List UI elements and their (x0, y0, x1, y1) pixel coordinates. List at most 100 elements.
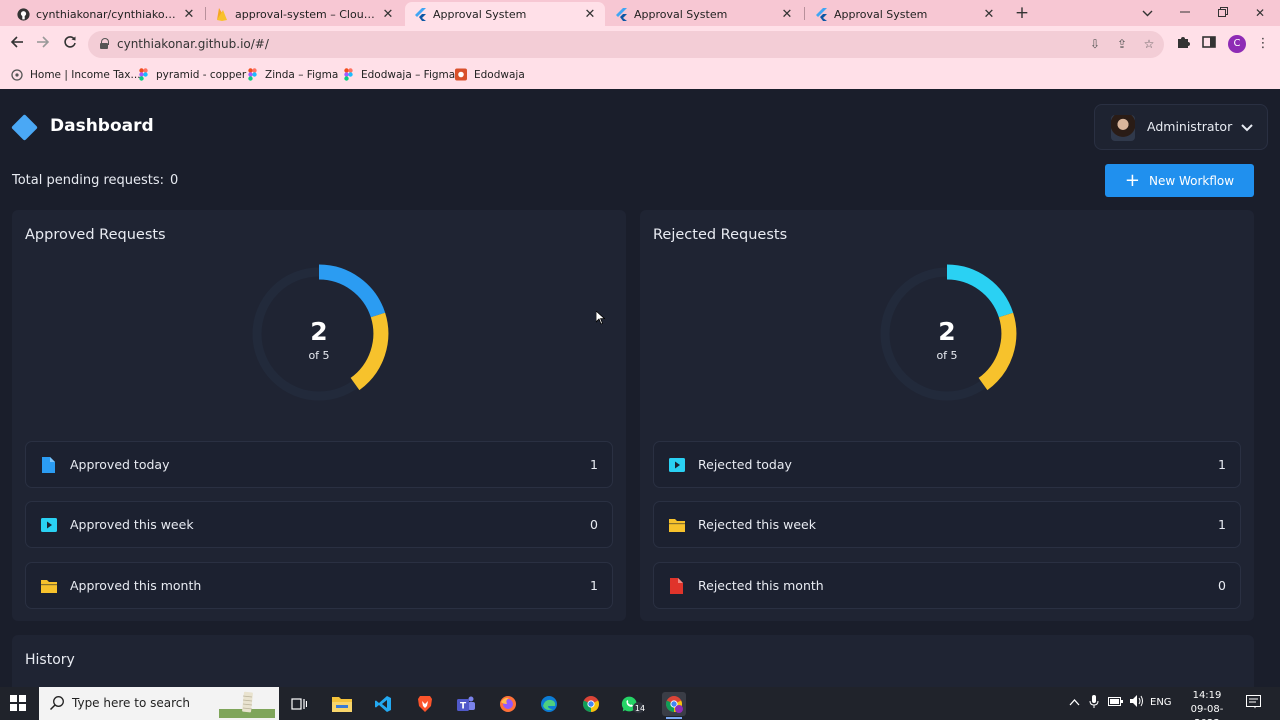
history-section: History (12, 635, 1254, 687)
close-icon[interactable]: ✕ (381, 7, 395, 22)
page-scrollbar[interactable] (1268, 89, 1280, 687)
tab-title: approval-system – Cloud Firestore (235, 7, 377, 21)
browser-toolbar: cynthiakonar.github.io/#/ ⇩ ⇪ ☆ C ⋮ (0, 26, 1280, 62)
stat-value: 0 (1218, 578, 1226, 593)
browser-tab-approval-system[interactable]: Approval System ✕ (806, 2, 1004, 26)
notifications-icon[interactable] (1246, 695, 1261, 712)
mouse-cursor-icon (596, 311, 605, 325)
pending-requests: Total pending requests: 0 (12, 173, 178, 188)
search-highlight-leaning-tower-icon (219, 691, 275, 718)
stat-label: Approved this month (70, 578, 202, 593)
speaker-icon[interactable] (1130, 695, 1144, 710)
github-icon (16, 7, 30, 21)
user-name: Administrator (1147, 119, 1233, 134)
extensions-puzzle-icon[interactable] (1174, 35, 1192, 53)
close-icon[interactable]: ✕ (780, 7, 794, 22)
ring-total-label: of 5 (936, 349, 958, 362)
browser-tab-firestore[interactable]: approval-system – Cloud Firestore ✕ (207, 2, 403, 26)
reload-button[interactable] (60, 34, 80, 54)
bookmark-edodwaja[interactable]: Edodwaja (455, 68, 525, 81)
edge-browser-icon[interactable] (537, 692, 561, 716)
close-icon[interactable]: ✕ (182, 7, 196, 22)
whatsapp-icon[interactable]: 14 (620, 692, 646, 716)
bookmark-star-icon[interactable]: ☆ (1141, 36, 1157, 52)
flutter-icon (814, 7, 828, 21)
bookmark-zinda-figma[interactable]: Zinda – Figma (246, 68, 338, 81)
stat-value: 1 (590, 578, 598, 593)
url-text[interactable]: cynthiakonar.github.io/#/ (117, 37, 269, 51)
close-window-button[interactable]: ✕ (1250, 3, 1270, 23)
browser-menu-icon[interactable]: ⋮ (1254, 35, 1272, 53)
bookmark-edodwaja-figma[interactable]: Edodwaja – Figma (342, 68, 455, 81)
stat-label: Approved this week (70, 517, 194, 532)
browser-tab-github[interactable]: cynthiakonar/cynthiakonar.github.io ✕ (8, 2, 204, 26)
stat-approved-week[interactable]: Approved this week 0 (25, 501, 613, 548)
firefox-icon[interactable] (496, 692, 520, 716)
browser-tab-approval-system-active[interactable]: Approval System ✕ (405, 2, 605, 26)
stat-approved-month[interactable]: Approved this month 1 (25, 562, 613, 609)
new-tab-button[interactable]: + (1013, 3, 1031, 23)
share-icon[interactable]: ⇪ (1114, 36, 1130, 52)
vscode-icon[interactable] (371, 692, 395, 716)
show-hidden-icons-chevron-up-icon[interactable] (1069, 696, 1080, 709)
task-view-icon[interactable] (287, 692, 311, 716)
flutter-icon (614, 7, 628, 21)
input-language-indicator[interactable]: ENG (1150, 697, 1172, 708)
search-icon (49, 695, 65, 711)
minimize-window-button[interactable] (1175, 3, 1195, 23)
system-clock[interactable]: 14:19 09-08-2023 (1178, 689, 1236, 720)
figma-icon (137, 68, 149, 81)
install-app-icon[interactable]: ⇩ (1087, 36, 1103, 52)
user-menu-dropdown[interactable]: Administrator (1094, 104, 1268, 150)
bookmark-pyramid-copper[interactable]: pyramid - copper (137, 68, 246, 81)
history-title: History (25, 652, 75, 668)
chrome-browser-icon[interactable] (579, 692, 603, 716)
tab-search-chevron-icon[interactable] (1137, 3, 1157, 23)
stat-rejected-week[interactable]: Rejected this week 1 (653, 501, 1241, 548)
bookmark-income-tax[interactable]: Home | Income Tax... (11, 68, 141, 81)
microsoft-teams-icon[interactable]: T (454, 692, 478, 716)
windows-taskbar: Type here to search T 14 ENG 14:19 09-08… (0, 687, 1280, 720)
bookmark-label: Zinda – Figma (265, 68, 339, 81)
browser-tab-approval-system[interactable]: Approval System ✕ (606, 2, 802, 26)
profile-avatar[interactable]: C (1228, 35, 1246, 53)
document-icon (41, 457, 57, 473)
bookmark-label: Home | Income Tax... (30, 68, 141, 81)
tab-title: cynthiakonar/cynthiakonar.github.io (36, 7, 178, 21)
stat-label: Approved today (70, 457, 170, 472)
close-icon[interactable]: ✕ (583, 7, 597, 22)
stat-label: Rejected this week (698, 517, 816, 532)
side-panel-icon[interactable] (1200, 35, 1218, 53)
bookmark-label: Edodwaja (474, 68, 525, 81)
whatsapp-badge: 14 (634, 704, 646, 713)
stat-value: 0 (590, 517, 598, 532)
chrome-profile-active-icon[interactable] (662, 692, 686, 719)
tab-divider (804, 7, 805, 20)
approved-requests-card: Approved Requests 2 of 5 Approved today … (12, 210, 626, 621)
stat-value: 1 (590, 457, 598, 472)
stat-rejected-month[interactable]: Rejected this month 0 (653, 562, 1241, 609)
dashboard-app: Dashboard Administrator Total pending re… (0, 89, 1280, 687)
address-bar[interactable]: cynthiakonar.github.io/#/ ⇩ ⇪ ☆ (88, 31, 1164, 58)
file-explorer-icon[interactable] (330, 692, 354, 716)
clock-date: 09-08-2023 (1190, 704, 1224, 720)
lock-icon[interactable] (100, 38, 109, 49)
brave-browser-icon[interactable] (413, 692, 437, 716)
new-workflow-button[interactable]: + New Workflow (1105, 164, 1254, 197)
ring-count: 2 (310, 317, 328, 346)
rejected-requests-card: Rejected Requests 2 of 5 Rejected today … (640, 210, 1254, 621)
svg-text:T: T (460, 702, 467, 712)
stat-rejected-today[interactable]: Rejected today 1 (653, 441, 1241, 488)
taskbar-search-box[interactable]: Type here to search (39, 687, 279, 720)
forward-button[interactable] (33, 34, 53, 54)
windows-start-button[interactable] (10, 695, 26, 711)
battery-icon[interactable] (1108, 696, 1123, 709)
pending-label: Total pending requests: (12, 173, 165, 188)
close-icon[interactable]: ✕ (982, 7, 996, 22)
stat-approved-today[interactable]: Approved today 1 (25, 441, 613, 488)
bookmark-label: Edodwaja – Figma (361, 68, 456, 81)
restore-window-button[interactable] (1213, 3, 1233, 23)
app-logo-diamond-icon (11, 114, 38, 141)
back-button[interactable] (7, 34, 27, 54)
microphone-icon[interactable] (1089, 695, 1099, 712)
